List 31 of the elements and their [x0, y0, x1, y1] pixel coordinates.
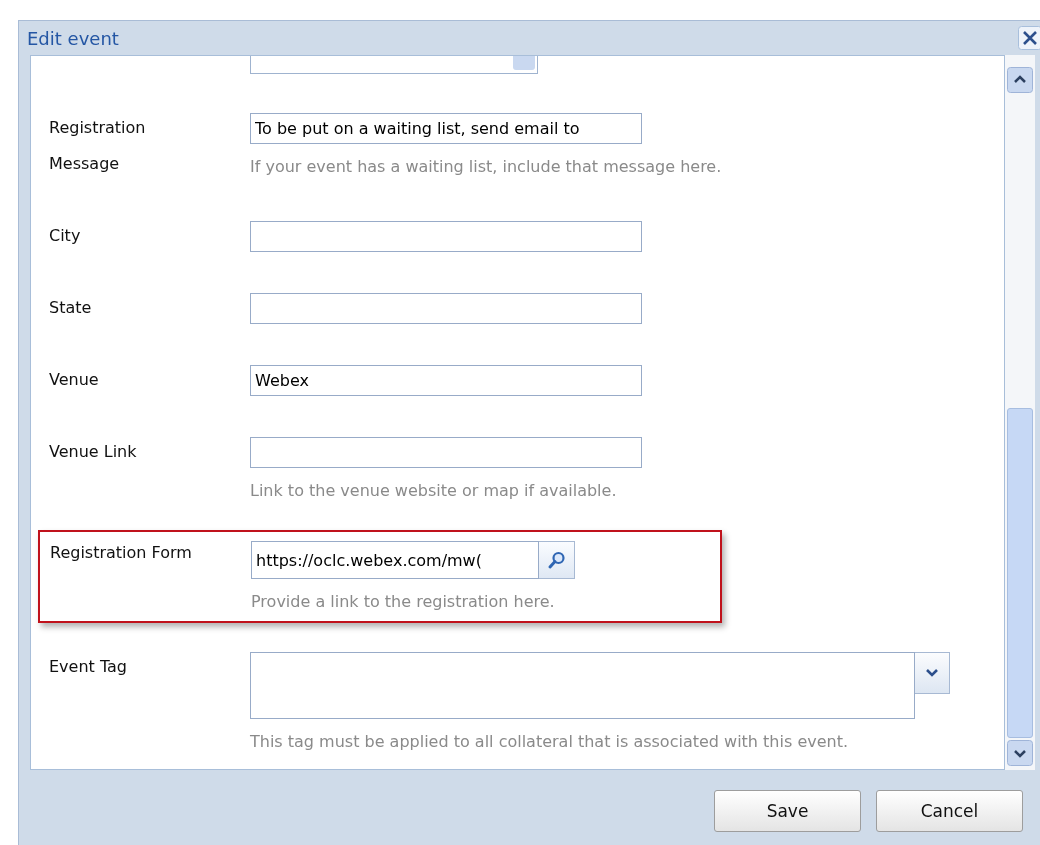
scroll-up-icon[interactable] — [1007, 67, 1033, 93]
tag-field[interactable] — [250, 652, 915, 719]
hint-text: This tag must be applied to all collateral that is associated with this event. — [250, 732, 850, 752]
hint-text: If your event has a waiting list, include that message here. — [250, 157, 722, 177]
field-label: Venue Link — [49, 441, 138, 463]
dropdown-button[interactable] — [915, 652, 950, 694]
scroll-thumb[interactable] — [1007, 408, 1033, 738]
field-label: Venue — [49, 369, 100, 391]
dropdown-field[interactable] — [250, 56, 538, 74]
input-field[interactable] — [250, 293, 642, 324]
field-label: Registration Form — [50, 542, 193, 564]
cancel-button[interactable]: Cancel — [876, 790, 1023, 832]
search-icon — [546, 550, 567, 570]
hint-text: Link to the venue website or map if available. — [250, 481, 618, 501]
input-field[interactable]: To be put on a waiting list, send email to — [250, 113, 642, 144]
close-icon[interactable] — [1018, 26, 1040, 50]
input-field[interactable] — [250, 221, 642, 252]
scroll-down-icon[interactable] — [1007, 740, 1033, 766]
scrollbar[interactable] — [1005, 55, 1035, 770]
window-title: Edit event — [27, 27, 119, 49]
search-button[interactable] — [539, 541, 575, 579]
input-field[interactable]: https://oclc.webex.com/mw( — [251, 541, 539, 579]
field-label: Event Tag — [49, 656, 128, 678]
field-label: Registration Message — [49, 117, 147, 175]
caret-icon — [925, 668, 939, 678]
field-label: City — [49, 225, 82, 247]
save-button[interactable]: Save — [714, 790, 861, 832]
input-field[interactable] — [250, 437, 642, 468]
hint-text: Provide a link to the registration here. — [251, 592, 556, 612]
input-field[interactable]: Webex — [250, 365, 642, 396]
field-label: State — [49, 297, 93, 319]
